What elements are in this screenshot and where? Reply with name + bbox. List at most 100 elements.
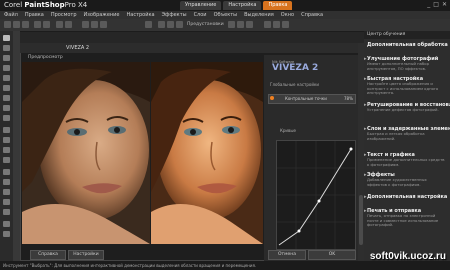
histogram-icon[interactable] — [167, 21, 174, 28]
tab-manage[interactable]: Управление — [180, 1, 222, 10]
makeover-tool-icon[interactable] — [3, 105, 10, 111]
menu-help[interactable]: Справка — [301, 11, 323, 19]
menu-edit[interactable]: Правка — [25, 11, 44, 19]
section-advanced-processing[interactable]: Дополнительная обработка — [367, 42, 448, 48]
open-file-icon[interactable] — [13, 21, 20, 28]
menu-bar: Файл Правка Просмотр Изображение Настрой… — [0, 11, 450, 19]
ruler-icon[interactable] — [246, 21, 253, 28]
folder-icon[interactable] — [264, 21, 271, 28]
menu-effects[interactable]: Эффекты — [162, 11, 187, 19]
tools-palette — [0, 31, 14, 261]
bullet-icon: ▸ — [364, 76, 367, 82]
status-bar: Инструмент "Выбрать": Для выполнения инт… — [0, 261, 450, 270]
scrollbar-thumb[interactable] — [359, 195, 363, 245]
preview-label[interactable]: Предпросмотр — [28, 55, 63, 60]
new-file-icon[interactable] — [4, 21, 11, 28]
eyedropper-tool-icon[interactable] — [3, 65, 10, 71]
tab-edit[interactable]: Правка — [263, 1, 293, 10]
global-settings-label: Глобальные настройки — [270, 82, 319, 87]
menu-selections[interactable]: Выделения — [244, 11, 274, 19]
rotate-icon[interactable] — [65, 21, 72, 28]
control-point-label: Контрольные точки — [285, 96, 327, 101]
selection-tool-icon[interactable] — [3, 55, 10, 61]
shape-tool-icon[interactable] — [3, 199, 10, 205]
grid-icon[interactable] — [237, 21, 244, 28]
bullet-icon: ▸ — [364, 56, 367, 62]
section-additional-settings[interactable]: ▸ Дополнительная настройка — [364, 194, 447, 200]
section-enhance-photos[interactable]: ▸ Улучшение фотографий Имеют дополнитель… — [364, 56, 447, 71]
before-preview-image[interactable] — [22, 62, 150, 244]
foreground-color-icon[interactable] — [3, 231, 10, 237]
layers-icon[interactable] — [158, 21, 165, 28]
curve-point[interactable] — [317, 199, 321, 203]
clone-tool-icon[interactable] — [3, 115, 10, 121]
ok-button[interactable]: OK — [308, 250, 356, 260]
settings-icon[interactable] — [228, 21, 235, 28]
fit-icon[interactable] — [100, 21, 107, 28]
zoom-in-icon[interactable] — [82, 21, 89, 28]
menu-objects[interactable]: Объекты — [214, 11, 238, 19]
zoom-out-icon[interactable] — [91, 21, 98, 28]
paint-brush-tool-icon[interactable] — [3, 127, 10, 133]
warp-tool-icon[interactable] — [3, 221, 10, 227]
pan-tool-icon[interactable] — [3, 35, 10, 41]
after-preview-image[interactable] — [151, 62, 263, 244]
section-effects[interactable]: ▸ Эффекты Добавление художественных эффе… — [364, 172, 447, 187]
tab-adjust[interactable]: Настройка — [223, 1, 262, 10]
bullet-icon: ▸ — [364, 172, 367, 178]
status-text: Инструмент "Выбрать": Для выполнения инт… — [3, 263, 257, 268]
section-print-share[interactable]: ▸ Печать и отправка Печать, отправка по … — [364, 208, 447, 228]
gradient-tool-icon[interactable] — [3, 157, 10, 163]
curve-point[interactable] — [297, 229, 301, 233]
brush-icon[interactable] — [176, 21, 183, 28]
red-eye-tool-icon[interactable] — [3, 95, 10, 101]
menu-adjust[interactable]: Настройка — [127, 11, 155, 19]
crop-icon[interactable] — [56, 21, 63, 28]
section-text-graphics[interactable]: ▸ Текст и графика Применение дополнитель… — [364, 152, 447, 167]
eraser-tool-icon[interactable] — [3, 137, 10, 143]
cancel-button[interactable]: Отмена — [268, 250, 306, 260]
settings-button[interactable]: Настройки — [68, 250, 104, 260]
menu-image[interactable]: Изображение — [84, 11, 120, 19]
straighten-tool-icon[interactable] — [3, 85, 10, 91]
redo-icon[interactable] — [43, 21, 50, 28]
bullet-icon: ▸ — [364, 126, 367, 132]
menu-view[interactable]: Просмотр — [51, 11, 77, 19]
curve-point[interactable] — [349, 147, 353, 151]
control-point-icon[interactable] — [270, 96, 274, 100]
workspace-tabs: Управление Настройка Правка — [180, 1, 293, 10]
share-icon[interactable] — [282, 21, 289, 28]
section-quick-adjust[interactable]: ▸ Быстрая настройка Настройте цвета изоб… — [364, 76, 447, 96]
undo-icon[interactable] — [34, 21, 41, 28]
plugin-logo: VIVEZA 2 — [272, 63, 319, 73]
control-point-value: 78% — [344, 96, 353, 101]
pen-tool-icon[interactable] — [3, 209, 10, 215]
maximize-button[interactable]: □ — [433, 1, 439, 8]
flood-fill-tool-icon[interactable] — [3, 147, 10, 153]
presets-label[interactable]: Предустановки — [187, 22, 224, 27]
bullet-icon: ▸ — [364, 102, 367, 108]
help-button[interactable]: Справка — [30, 250, 66, 260]
bullet-icon: ▸ — [364, 194, 367, 200]
close-button[interactable]: ✕ — [442, 1, 447, 8]
text-tool-icon[interactable] — [3, 189, 10, 195]
minimize-button[interactable]: _ — [427, 1, 430, 8]
print-icon[interactable] — [273, 21, 280, 28]
save-icon[interactable] — [22, 21, 29, 28]
menu-layers[interactable]: Слои — [194, 11, 207, 19]
section-retouch[interactable]: ▸ Ретуширование и восстановление Устране… — [364, 102, 450, 113]
learning-center-header: Центр обучения — [364, 31, 450, 39]
section-layers[interactable]: ▸ Слои и задержанные элементы Быстрая и … — [364, 126, 450, 141]
smudge-tool-icon[interactable] — [3, 179, 10, 185]
window-controls: _ □ ✕ — [427, 1, 447, 8]
curves-label: Кривые — [280, 128, 296, 133]
bullet-icon: ▸ — [364, 152, 367, 158]
pick-tool-icon[interactable] — [3, 45, 10, 51]
palette-icon[interactable] — [145, 21, 152, 28]
site-watermark: soft0vik.ucoz.ru — [369, 251, 446, 262]
menu-window[interactable]: Окно — [281, 11, 294, 19]
dodge-tool-icon[interactable] — [3, 169, 10, 175]
curves-graph[interactable] — [276, 140, 356, 250]
crop-tool-icon[interactable] — [3, 75, 10, 81]
menu-file[interactable]: Файл — [4, 11, 18, 19]
